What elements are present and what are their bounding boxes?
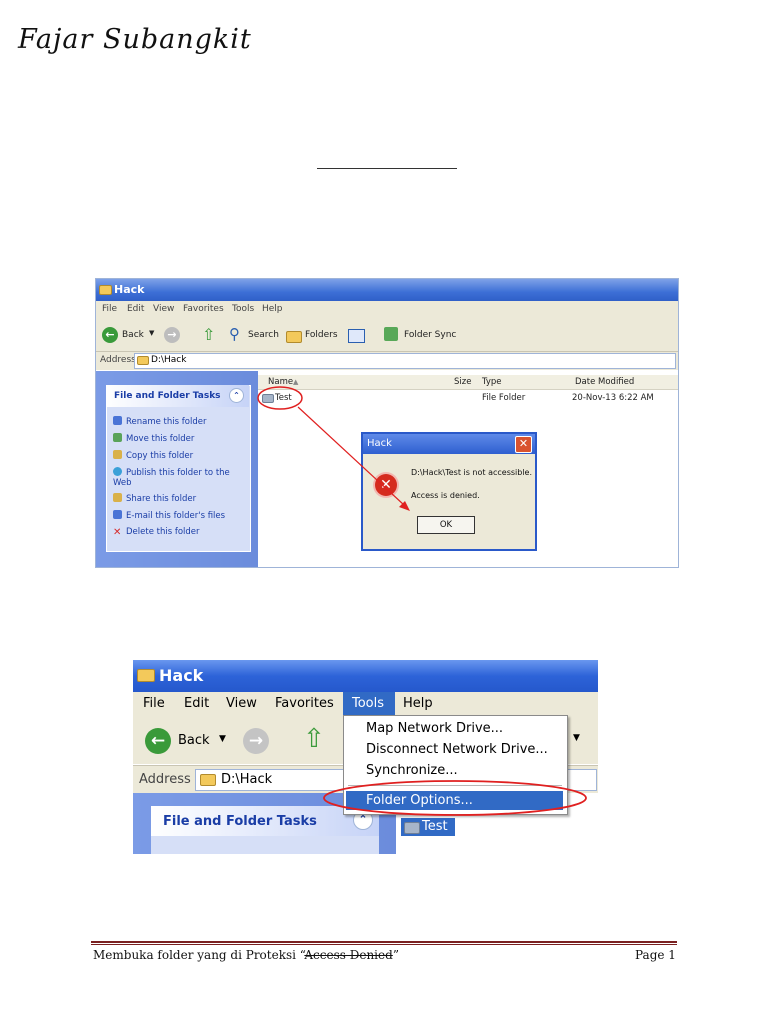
footer-rule-thin bbox=[91, 944, 677, 945]
author-signature: Fajar Subangkit bbox=[18, 24, 252, 55]
page-number: Page 1 bbox=[635, 948, 676, 962]
annotation-arrow bbox=[297, 406, 405, 506]
screenshot-access-denied: Hack File Edit View Favorites Tools Help… bbox=[95, 278, 679, 568]
footer-strike-text: Access Denied bbox=[304, 948, 393, 962]
annotation-overlay bbox=[257, 386, 410, 511]
footer-rule bbox=[91, 941, 677, 943]
annotation-overlay bbox=[323, 780, 587, 816]
footer-document-title: Membuka folder yang di Proteksi “Access … bbox=[93, 948, 399, 962]
annotation-circle bbox=[323, 780, 587, 816]
annotation-circle bbox=[257, 386, 303, 410]
title-underline bbox=[317, 168, 457, 169]
screenshot-tools-menu: Hack File Edit View Favorites Tools Help… bbox=[133, 660, 598, 854]
